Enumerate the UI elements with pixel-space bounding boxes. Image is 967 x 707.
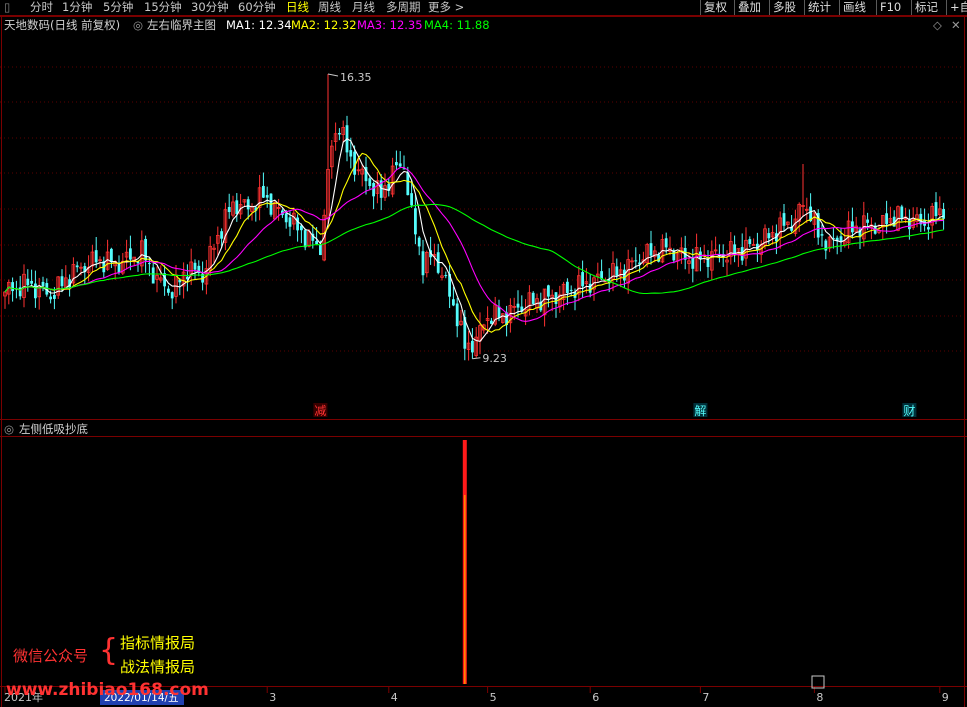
candle-body	[767, 233, 771, 239]
candle-body	[820, 234, 824, 236]
candle-body	[414, 208, 417, 235]
low-pointer	[472, 357, 481, 360]
high-pointer	[327, 73, 339, 77]
candle-body	[455, 303, 459, 327]
candle-body	[246, 199, 250, 210]
low-price-label: 9.23	[482, 352, 507, 365]
candle-body	[220, 231, 223, 239]
candle-body	[265, 195, 269, 198]
marker-label-0: 减	[314, 404, 326, 418]
candle-body	[664, 238, 668, 248]
candle-body	[319, 244, 322, 256]
candle-body	[30, 280, 33, 284]
candle-body	[349, 150, 353, 157]
candle-body	[60, 276, 64, 287]
candle-body	[117, 264, 121, 273]
watermark-line2: 战法情报局	[120, 658, 196, 676]
candle-body	[566, 281, 569, 294]
candle-body	[497, 306, 501, 319]
candle-body	[421, 251, 425, 276]
candle-body	[908, 219, 911, 230]
candle-body	[900, 206, 904, 219]
candle-body	[53, 294, 56, 299]
x-axis-label-7: 9	[942, 691, 949, 704]
x-axis-label-3: 5	[490, 691, 497, 704]
candle-body	[615, 266, 619, 276]
candle-body	[368, 178, 372, 187]
candle-body	[748, 239, 752, 245]
candle-body	[227, 207, 231, 213]
candle-body	[129, 248, 132, 260]
x-axis-label-2: 4	[391, 691, 398, 704]
candle-body	[110, 248, 113, 263]
candle-body	[471, 340, 474, 353]
candle-body	[315, 240, 318, 245]
candle-body	[41, 281, 45, 287]
candle-body	[395, 162, 398, 166]
candle-body	[167, 288, 170, 293]
watermark-label: 微信公众号	[13, 647, 89, 665]
candle-body	[623, 269, 626, 281]
candle-body	[547, 285, 550, 297]
candle-body	[94, 250, 98, 263]
candle-body	[531, 292, 535, 304]
candle-body	[569, 289, 573, 291]
candle-body	[303, 230, 307, 248]
candle-body	[581, 272, 584, 287]
candle-body	[934, 202, 938, 217]
candle-body	[235, 200, 239, 215]
candle-body	[262, 185, 265, 198]
high-price-label: 16.35	[340, 71, 372, 84]
candle-body	[927, 227, 930, 230]
x-axis-label-1: 3	[269, 691, 276, 704]
candle-body	[444, 275, 448, 277]
candle-body	[398, 163, 402, 167]
candle-body	[49, 296, 52, 300]
candle-body	[193, 262, 197, 270]
candle-body	[288, 217, 292, 227]
watermark-line1: 指标情报局	[120, 634, 196, 652]
candle-body	[144, 238, 147, 261]
candle-body	[338, 133, 341, 135]
candle-body	[417, 237, 421, 247]
candle-body	[885, 213, 888, 225]
x-axis-label-4: 6	[592, 691, 599, 704]
candle-body	[75, 265, 79, 268]
candle-body	[372, 183, 375, 197]
candle-body	[516, 303, 520, 308]
marker-label-2: 财	[903, 404, 915, 418]
x-axis-label-5: 7	[702, 691, 709, 704]
candle-body	[26, 278, 30, 286]
kline-chart[interactable]: 16.359.23减解财2021年 3 4 5 6 7 8 92022/01/14/五	[0, 0, 967, 707]
candle-body	[148, 263, 151, 265]
candle-body	[284, 213, 288, 223]
candle-body	[782, 213, 786, 226]
candle-body	[410, 193, 413, 206]
watermark-url[interactable]: www.zhibiao168.com	[6, 680, 209, 700]
candle-body	[170, 292, 174, 299]
marker-label-1: 解	[694, 404, 706, 418]
candle-body	[649, 243, 653, 256]
candle-body	[824, 240, 828, 251]
candle-body	[733, 244, 736, 255]
candle-body	[11, 282, 14, 292]
candle-body	[942, 209, 945, 219]
candle-body	[406, 172, 410, 196]
brace-icon: {	[99, 633, 119, 668]
x-axis-label-6: 8	[816, 691, 823, 704]
candle-body	[452, 299, 455, 306]
candle-body	[34, 283, 37, 299]
candle-body	[151, 267, 155, 284]
candle-body	[866, 219, 869, 223]
candle-body	[634, 260, 638, 262]
